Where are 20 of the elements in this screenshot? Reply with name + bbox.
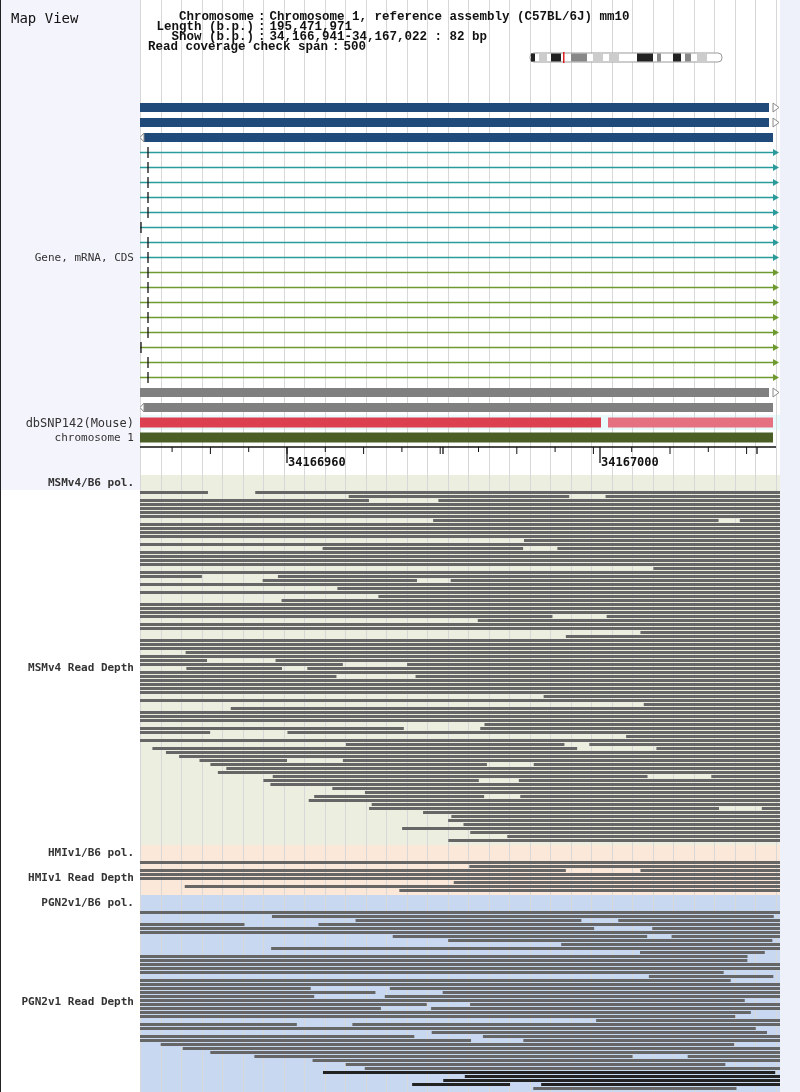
track-label: MSMv4 Read Depth: [28, 661, 134, 674]
info-value: 500: [343, 42, 367, 52]
view-title: Map View: [10, 9, 79, 26]
info-separator: :: [258, 32, 266, 42]
track-label: HMIv1/B6 pol.: [47, 846, 134, 859]
info-separator: :: [258, 12, 266, 22]
axis-label: 34167000: [601, 455, 659, 469]
info-separator: :: [258, 22, 266, 32]
track-label: PGN2v1 Read Depth: [21, 994, 134, 1008]
info-value: Chromosome 1, reference assembly (C57BL/6J) mm10: [269, 12, 631, 22]
track-label: chromosome 1: [54, 431, 134, 444]
track-label: Gene, mRNA, CDS: [34, 251, 134, 264]
info-separator: :: [332, 42, 340, 52]
info-label: Show (b.p.): [171, 32, 254, 42]
track-label: HMIv1 Read Depth: [28, 871, 134, 884]
track-label: MSMv4/B6 pol.: [47, 476, 134, 489]
info-value: 195,471,971: [269, 22, 353, 32]
axis-label: 34166960: [288, 455, 346, 469]
track-label: dbSNP142(Mouse): [25, 415, 134, 430]
track-label: PGN2v1/B6 pol.: [41, 896, 134, 909]
